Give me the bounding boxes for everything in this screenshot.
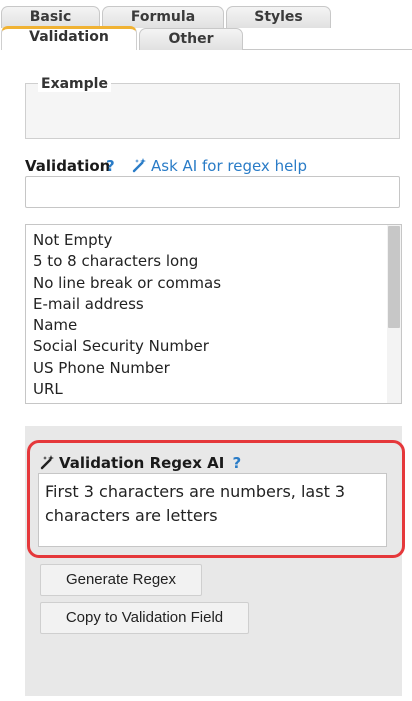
list-item[interactable]: Social Security Number [33,337,209,355]
tab-validation[interactable]: Validation [1,26,137,50]
tab-basic[interactable]: Basic [1,6,100,28]
list-item[interactable]: No line break or commas [33,274,221,292]
list-item[interactable]: US Phone Number [33,359,170,377]
list-item[interactable]: 5 to 8 characters long [33,252,198,270]
list-scrollbar-thumb[interactable] [388,226,400,328]
list-item[interactable]: Name [33,316,77,334]
regex-ai-help-icon[interactable]: ? [233,454,242,472]
validation-label: Validation [25,157,111,175]
copy-to-validation-button[interactable]: Copy to Validation Field [40,602,249,634]
magic-wand-icon [40,454,56,474]
regex-ai-prompt-input[interactable]: First 3 characters are numbers, last 3 c… [38,473,387,547]
list-item[interactable]: Not Empty [33,231,112,249]
regex-ai-title-label: Validation Regex AI [59,454,225,472]
validation-input[interactable] [25,176,400,208]
validation-preset-list[interactable]: Not Empty 5 to 8 characters long No line… [25,224,402,404]
tab-other[interactable]: Other [139,28,243,50]
magic-wand-icon [132,157,148,177]
ask-ai-link-label[interactable]: Ask AI for regex help [151,157,307,175]
ask-ai-link[interactable]: Ask AI for regex help [132,157,307,177]
list-scrollbar[interactable] [387,225,401,403]
list-item[interactable]: URL [33,380,63,398]
list-item[interactable]: E-mail address [33,295,144,313]
tab-divider [243,49,412,50]
generate-regex-button[interactable]: Generate Regex [40,564,202,596]
example-legend: Example [38,76,111,92]
tab-formula[interactable]: Formula [102,6,224,28]
regex-ai-title: Validation Regex AI ? [40,454,241,474]
tab-styles[interactable]: Styles [226,6,331,28]
validation-help-icon[interactable]: ? [106,157,115,175]
